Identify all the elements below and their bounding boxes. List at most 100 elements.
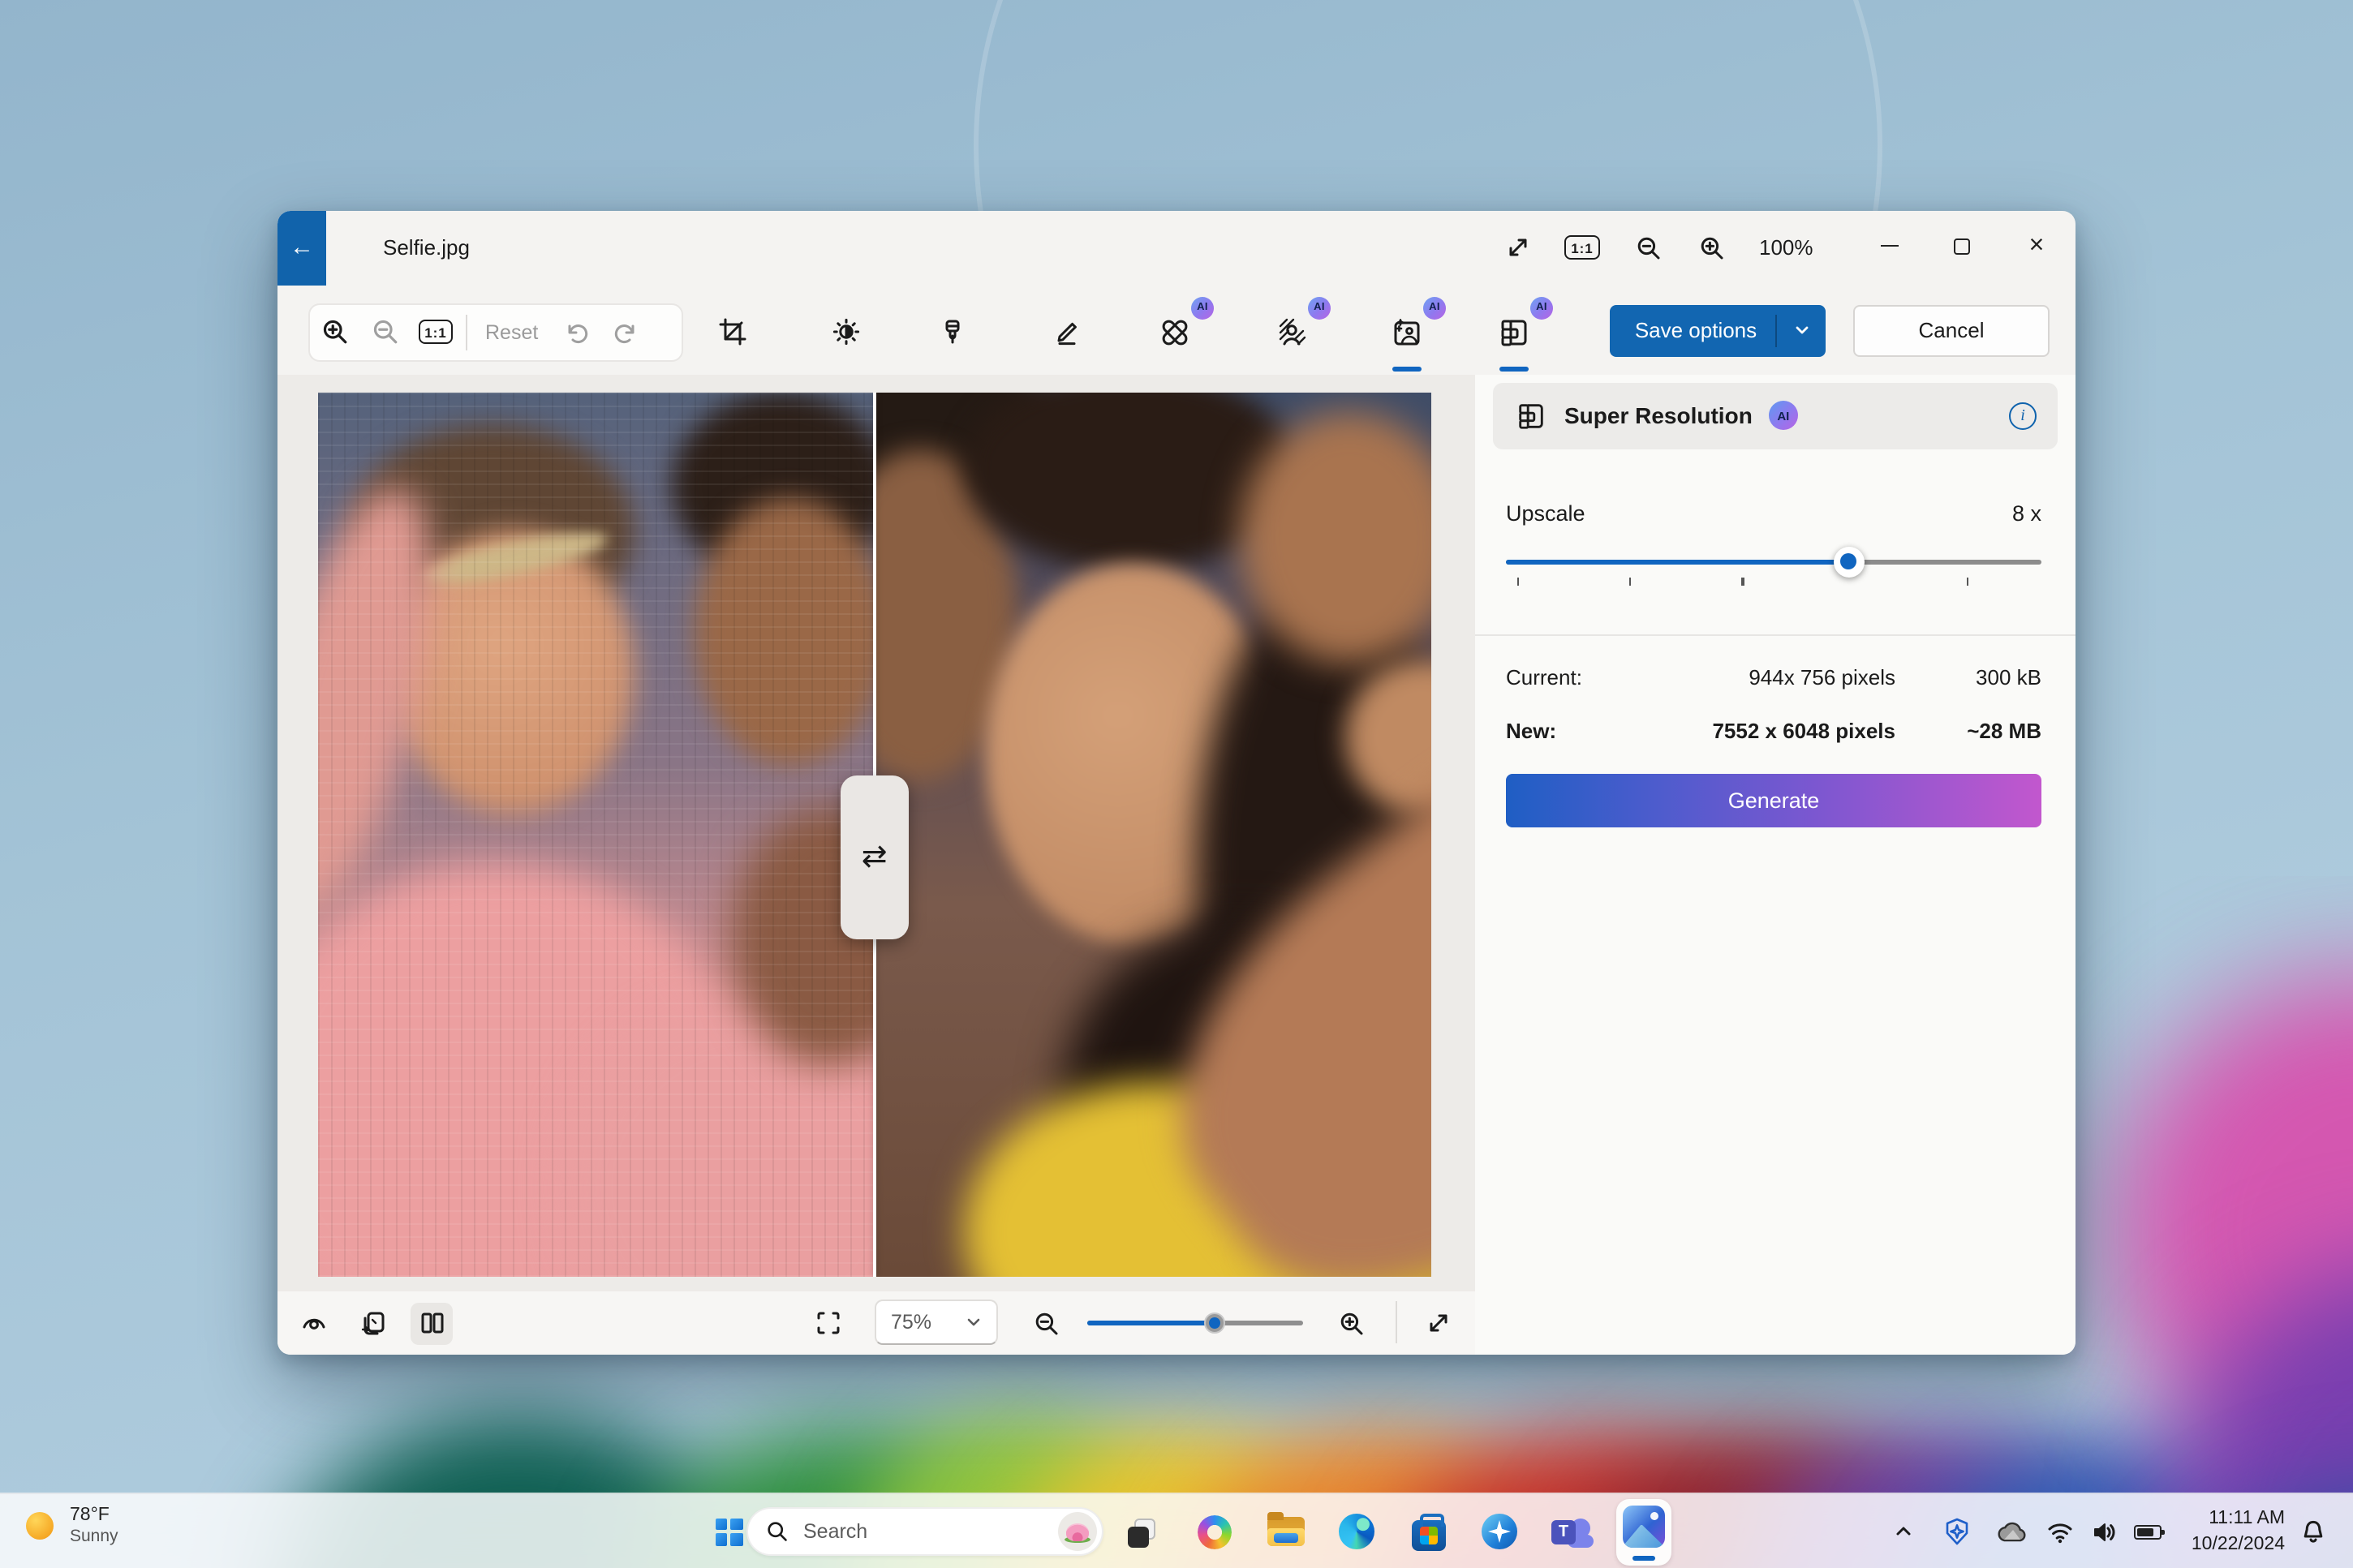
fit-window-button[interactable]	[1493, 223, 1542, 272]
erase-enhance-tool-button[interactable]: AI	[1383, 296, 1446, 356]
canvas-actual-size-button[interactable]: 1:1	[411, 307, 461, 356]
maximize-button[interactable]	[1933, 218, 1991, 273]
viewer-zoom-in-button[interactable]	[1331, 1302, 1373, 1344]
zoom-in-button[interactable]	[1688, 223, 1736, 272]
window-title: Selfie.jpg	[383, 234, 470, 259]
ai-badge: AI	[1530, 296, 1553, 319]
edge-browser-icon	[1339, 1514, 1374, 1549]
upscale-slider-thumb[interactable]	[1833, 546, 1865, 577]
minimize-button[interactable]	[1860, 218, 1918, 273]
zoom-in-icon	[1340, 1312, 1363, 1334]
background-tool-button[interactable]: AI	[1267, 296, 1331, 356]
super-resolution-tool-button[interactable]: AI	[1490, 296, 1553, 356]
task-view-button[interactable]	[1121, 1510, 1164, 1553]
copilot-icon	[1197, 1514, 1231, 1549]
tray-security[interactable]	[1936, 1510, 1978, 1553]
cancel-button[interactable]: Cancel	[1853, 304, 2050, 356]
start-button[interactable]	[708, 1510, 750, 1553]
close-button[interactable]: ×	[2007, 218, 2066, 273]
fit-to-view-button[interactable]	[807, 1302, 849, 1344]
fit-frame-icon	[816, 1312, 839, 1334]
weather-condition: Sunny	[70, 1527, 118, 1547]
photos-app-icon	[1623, 1505, 1665, 1547]
reset-button[interactable]: Reset	[472, 320, 551, 343]
swap-arrows-icon: ⇄	[861, 840, 888, 874]
super-resolution-panel: Super Resolution AI i Upscale 8 x Curren…	[1475, 374, 2076, 1354]
canvas-zoom-out-button[interactable]	[360, 307, 411, 356]
teams-icon: T	[1551, 1515, 1594, 1548]
save-options-button[interactable]: Save options	[1610, 304, 1826, 356]
canvas-zoom-group: 1:1 Reset	[308, 303, 683, 361]
taskbar-sync-app[interactable]	[1478, 1510, 1521, 1553]
chevron-down-icon	[1795, 326, 1808, 334]
chevron-up-icon	[1896, 1527, 1911, 1536]
photo-comparison-view: ⇄	[318, 392, 1430, 1276]
super-resolution-active-indicator	[1499, 366, 1529, 372]
zoom-in-icon	[323, 320, 347, 344]
markup-tool-button[interactable]	[1042, 307, 1090, 356]
editor-toolbar: 1:1 Reset AI AI AI AI Save options Cance…	[277, 285, 2076, 374]
upscale-slider[interactable]	[1506, 546, 2041, 586]
crop-tool-button[interactable]	[708, 307, 756, 356]
viewer-zoom-out-button[interactable]	[1026, 1302, 1068, 1344]
taskbar-edge[interactable]	[1336, 1510, 1378, 1553]
save-options-dropdown[interactable]	[1777, 321, 1826, 339]
fullscreen-button[interactable]	[1417, 1302, 1459, 1344]
tray-volume[interactable]	[2082, 1510, 2124, 1553]
zoom-in-icon	[1701, 236, 1723, 259]
spot-fix-tool-button[interactable]: AI	[1151, 296, 1214, 356]
one-to-one-icon: 1:1	[1564, 235, 1600, 260]
zoom-out-icon	[1035, 1312, 1058, 1334]
expand-diagonal-icon	[1508, 238, 1526, 256]
actual-size-button[interactable]: 1:1	[1558, 223, 1607, 272]
windows-logo-icon	[715, 1518, 742, 1545]
zoom-out-button[interactable]	[1624, 223, 1673, 272]
filter-tool-button[interactable]	[928, 307, 977, 356]
file-explorer-icon	[1267, 1512, 1304, 1546]
back-arrow-icon: ←	[290, 234, 314, 261]
filter-brush-icon	[945, 319, 960, 343]
viewer-zoom-dropdown[interactable]: 75%	[875, 1300, 998, 1345]
ai-badge: AI	[1191, 296, 1214, 319]
tray-overflow-button[interactable]	[1882, 1510, 1925, 1553]
canvas-zoom-in-button[interactable]	[310, 307, 360, 356]
current-size-row: Current: 944x 756 pixels 300 kB	[1506, 664, 2041, 689]
taskbar-search[interactable]: Search	[746, 1507, 1103, 1556]
expand-diagonal-icon	[1429, 1314, 1447, 1332]
adjust-tool-button[interactable]	[821, 307, 870, 356]
viewer-zoom-slider[interactable]	[1087, 1312, 1303, 1333]
slider-tick	[1516, 577, 1519, 586]
new-size-row: New: 7552 x 6048 pixels ~28 MB	[1506, 718, 2041, 742]
sync-sparkle-app-icon	[1482, 1514, 1517, 1549]
tray-wifi[interactable]	[2038, 1510, 2080, 1553]
taskbar-store[interactable]	[1407, 1510, 1449, 1553]
upscale-value: 8 x	[2011, 500, 2041, 525]
notification-bell-icon	[2303, 1519, 2322, 1542]
panel-title: Super Resolution	[1564, 402, 1753, 428]
generate-button[interactable]: Generate	[1506, 773, 2041, 827]
tray-battery[interactable]	[2126, 1510, 2168, 1553]
taskbar-file-explorer[interactable]	[1264, 1510, 1306, 1553]
security-shield-icon	[1946, 1518, 1968, 1545]
taskbar-photos-active[interactable]	[1616, 1498, 1671, 1565]
info-button[interactable]: i	[2009, 402, 2037, 429]
viewer-zoom-slider-thumb[interactable]	[1203, 1312, 1225, 1333]
weather-widget[interactable]: 78°F Sunny	[26, 1504, 118, 1549]
before-after-swap-handle[interactable]: ⇄	[840, 775, 909, 939]
redo-button[interactable]	[601, 307, 652, 356]
taskbar-copilot[interactable]	[1193, 1510, 1235, 1553]
ai-badge: AI	[1768, 401, 1798, 430]
compare-copy-button[interactable]	[352, 1302, 394, 1344]
clock-widget[interactable]: 11:11 AM 10/22/2024	[2192, 1506, 2285, 1557]
tray-onedrive[interactable]	[1991, 1510, 2033, 1553]
new-file-size: ~28 MB	[1967, 718, 2041, 742]
preview-eye-icon	[302, 1318, 325, 1330]
back-button[interactable]: ←	[277, 210, 326, 285]
split-view-button[interactable]	[411, 1302, 453, 1344]
markup-pencil-icon	[1056, 322, 1076, 346]
undo-button[interactable]	[551, 307, 601, 356]
title-bar: ← Selfie.jpg 1:1 100% ×	[277, 210, 2076, 285]
notification-center-button[interactable]	[2291, 1510, 2334, 1553]
preview-toggle-button[interactable]	[292, 1302, 334, 1344]
taskbar-teams[interactable]: T	[1550, 1510, 1594, 1553]
